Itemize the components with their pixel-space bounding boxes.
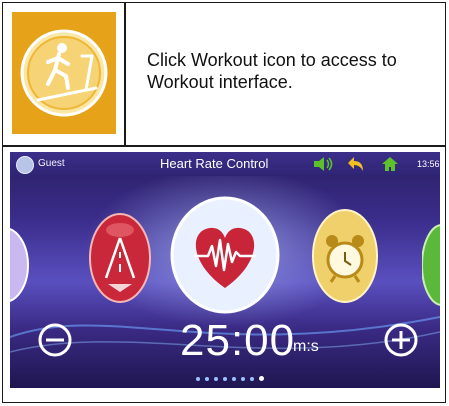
page-dot[interactable] <box>241 377 245 381</box>
page-dot[interactable] <box>223 377 227 381</box>
program-tile-left[interactable] <box>10 226 30 309</box>
plus-circle-icon[interactable] <box>384 323 418 362</box>
home-icon[interactable] <box>380 155 400 178</box>
page-dot[interactable] <box>205 377 209 381</box>
time-value: 25:00 <box>180 316 296 365</box>
instruction-text: Click Workout icon to access to Workout … <box>147 50 397 92</box>
page-dot[interactable] <box>214 377 218 381</box>
device-screen: Guest Heart Rate Control 13:56 25:00 m:s <box>10 152 440 388</box>
page-dot-active[interactable] <box>259 376 264 381</box>
table-divider-vertical <box>124 2 126 146</box>
table-divider-horizontal <box>2 145 446 147</box>
avatar[interactable] <box>16 156 34 174</box>
minus-circle-icon[interactable] <box>38 323 72 362</box>
alarm-clock-icon[interactable] <box>310 208 380 309</box>
page-dot[interactable] <box>232 377 236 381</box>
page-dot[interactable] <box>196 377 200 381</box>
workout-icon[interactable] <box>12 12 116 134</box>
user-name: Guest <box>38 158 65 169</box>
clock: 13:56 <box>417 159 440 169</box>
screen-title: Heart Rate Control <box>160 156 269 171</box>
page-indicator <box>196 368 269 386</box>
road-icon[interactable] <box>88 212 152 309</box>
heart-pulse-icon[interactable] <box>170 196 280 319</box>
program-tile-right[interactable] <box>421 222 440 313</box>
back-arrow-icon[interactable] <box>346 155 366 178</box>
volume-icon[interactable] <box>312 155 334 178</box>
page-dot[interactable] <box>250 377 254 381</box>
time-unit: m:s <box>293 338 319 355</box>
